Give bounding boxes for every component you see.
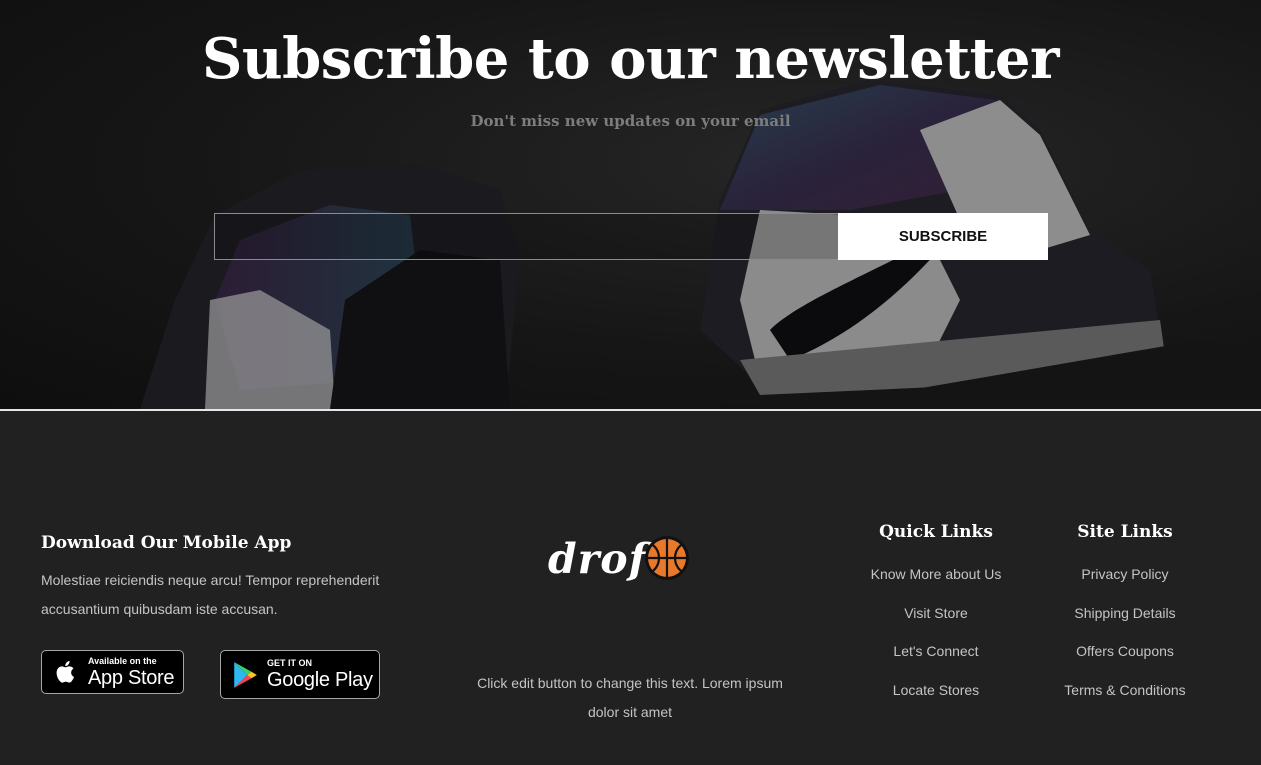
brand-description: Click edit button to change this text. L… bbox=[477, 675, 783, 720]
subscribe-button[interactable]: SUBSCRIBE bbox=[838, 213, 1048, 260]
apple-icon bbox=[56, 661, 75, 683]
logo-text: drof bbox=[548, 535, 648, 583]
app-store-small-label: Available on the bbox=[88, 655, 157, 666]
link-shipping-details[interactable]: Shipping Details bbox=[1074, 605, 1175, 621]
app-store-label: App Store bbox=[88, 666, 175, 689]
google-play-small-label: GET IT ON bbox=[267, 658, 312, 668]
brand-logo[interactable]: drof bbox=[548, 535, 691, 583]
link-know-more-about-us[interactable]: Know More about Us bbox=[871, 566, 1002, 582]
footer: Download Our Mobile App Molestiae reicie… bbox=[0, 411, 1261, 765]
site-links-heading: Site Links bbox=[1077, 522, 1173, 542]
google-play-button[interactable]: GET IT ON Google Play bbox=[220, 650, 380, 699]
link-privacy-policy[interactable]: Privacy Policy bbox=[1081, 566, 1168, 582]
newsletter-section: Subscribe to our newsletter Don't miss n… bbox=[0, 0, 1261, 409]
link-terms-conditions[interactable]: Terms & Conditions bbox=[1064, 682, 1185, 698]
link-offers-coupons[interactable]: Offers Coupons bbox=[1076, 643, 1174, 659]
app-store-button[interactable]: Available on the App Store bbox=[41, 650, 184, 694]
google-play-icon bbox=[234, 661, 257, 688]
basketball-icon bbox=[645, 536, 690, 580]
link-visit-store[interactable]: Visit Store bbox=[904, 605, 968, 621]
newsletter-subtitle: Don't miss new updates on your email bbox=[470, 112, 791, 130]
quick-links-column: Quick Links Know More about Us Visit Sto… bbox=[836, 519, 1036, 718]
link-locate-stores[interactable]: Locate Stores bbox=[893, 682, 979, 698]
newsletter-title: Subscribe to our newsletter bbox=[201, 26, 1060, 92]
mobile-app-description: Molestiae reiciendis neque arcu! Tempor … bbox=[41, 572, 380, 617]
email-input[interactable] bbox=[214, 213, 839, 260]
site-links-column: Site Links Privacy Policy Shipping Detai… bbox=[1025, 519, 1225, 718]
mobile-app-heading: Download Our Mobile App bbox=[41, 533, 292, 553]
google-play-label: Google Play bbox=[267, 669, 373, 691]
link-lets-connect[interactable]: Let's Connect bbox=[893, 643, 978, 659]
quick-links-heading: Quick Links bbox=[879, 522, 993, 542]
